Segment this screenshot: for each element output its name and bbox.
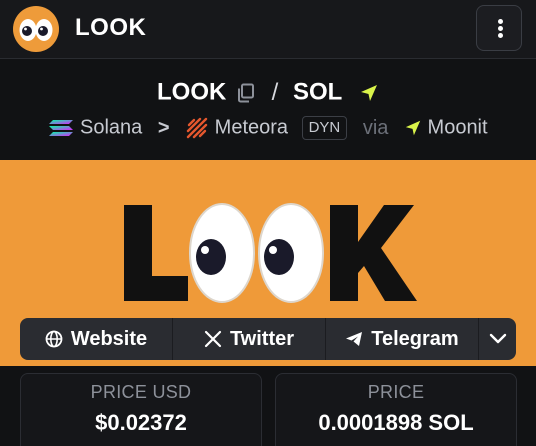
meteora-icon [186, 117, 208, 139]
globe-icon [45, 330, 63, 348]
dex-name[interactable]: Meteora [215, 117, 288, 139]
price-native-card: PRICE 0.0001898 SOL [275, 373, 517, 446]
header-title: LOOK [75, 14, 147, 41]
moonit-icon [361, 84, 378, 101]
solana-icon [49, 120, 74, 136]
moonit-icon [405, 120, 421, 136]
price-native-value: 0.0001898 SOL [318, 410, 474, 435]
social-links-bar: Website Twitter Telegram [20, 318, 516, 360]
googly-eyes-logo-icon [19, 19, 53, 41]
telegram-button[interactable]: Telegram [326, 318, 479, 360]
x-logo-icon [204, 330, 222, 348]
more-links-button[interactable] [479, 318, 516, 360]
price-usd-value: $0.02372 [95, 410, 187, 435]
pair-title: LOOK / SOL [0, 78, 536, 110]
pair-quote-symbol: SOL [293, 78, 343, 106]
top-bar: LOOK [0, 0, 536, 59]
pool-type-badge: DYN [301, 116, 348, 140]
chevron-right-icon: > [157, 116, 170, 139]
token-avatar [13, 6, 59, 52]
price-usd-card: PRICE USD $0.02372 [20, 373, 262, 446]
price-native-label: PRICE [367, 382, 425, 402]
pair-separator: / [271, 78, 279, 106]
vertical-dots-icon [498, 19, 503, 24]
token-pair-page: LOOK LOOK / SOL Solana > Meteora DYN via… [0, 0, 536, 446]
dot [498, 26, 503, 31]
more-menu-button[interactable] [476, 5, 522, 51]
chevron-down-icon [489, 333, 506, 344]
chain-name[interactable]: Solana [80, 117, 142, 139]
website-label: Website [70, 327, 148, 350]
telegram-label: Telegram [371, 327, 459, 350]
dot [498, 33, 503, 38]
twitter-label: Twitter [229, 327, 295, 350]
website-button[interactable]: Website [20, 318, 173, 360]
telegram-icon [345, 330, 363, 348]
price-usd-label: PRICE USD [90, 382, 192, 402]
twitter-button[interactable]: Twitter [173, 318, 326, 360]
copy-address-icon[interactable] [237, 83, 255, 103]
launchpad-name[interactable]: Moonit [428, 117, 488, 139]
route-info: Solana > Meteora DYN via Moonit [0, 116, 536, 146]
via-label: via [362, 116, 389, 139]
pair-base-symbol: LOOK [156, 78, 227, 106]
